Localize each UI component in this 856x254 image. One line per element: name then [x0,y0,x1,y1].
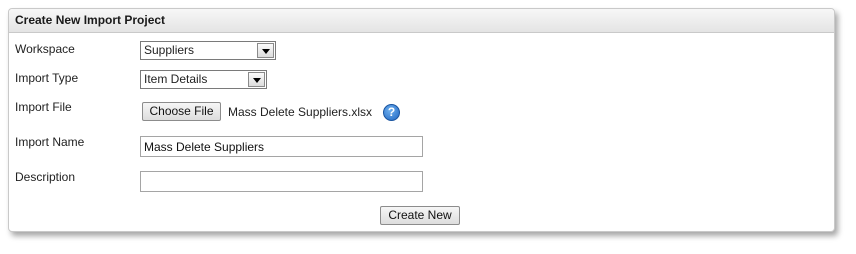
import-type-selected-value: Item Details [144,72,208,86]
description-label: Description [15,170,76,184]
workspace-label: Workspace [15,42,75,56]
chevron-down-icon[interactable] [257,43,274,58]
selected-file-name: Mass Delete Suppliers.xlsx [228,105,373,119]
import-type-label: Import Type [15,71,79,85]
create-new-button[interactable]: Create New [380,206,460,225]
import-name-label: Import Name [15,135,85,149]
import-file-label: Import File [15,100,72,114]
import-type-select[interactable]: Item Details [140,70,267,89]
panel-title: Create New Import Project [9,9,834,33]
create-import-project-panel: Create New Import Project Workspace Supp… [8,8,835,232]
chevron-down-icon[interactable] [248,72,265,87]
import-name-input[interactable] [140,136,423,157]
description-input[interactable] [140,171,423,192]
workspace-selected-value: Suppliers [144,43,195,57]
workspace-select[interactable]: Suppliers [140,41,276,60]
choose-file-button[interactable]: Choose File [142,102,221,121]
help-icon[interactable]: ? [383,104,400,121]
